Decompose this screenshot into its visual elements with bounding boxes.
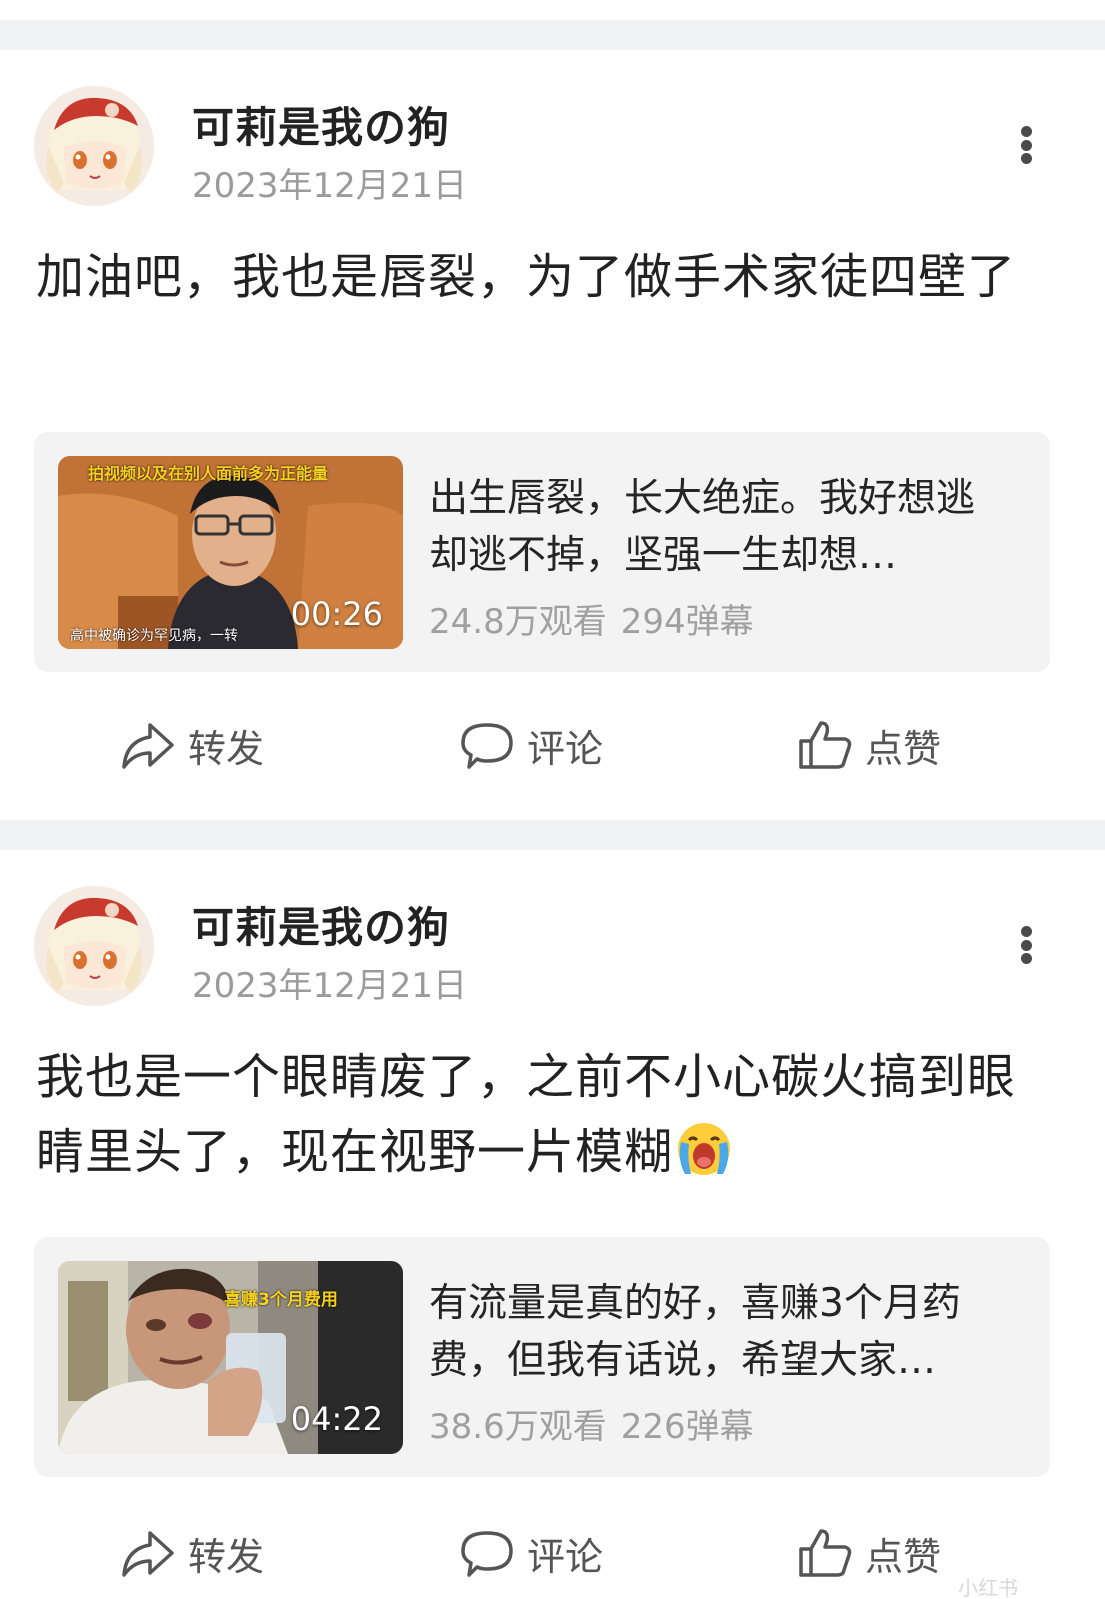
video-card[interactable]: 喜赚3个月费用 04:22 有流量是真的好，喜赚3个月药费，但我有话说，希望大家… — [34, 1237, 1050, 1477]
video-thumbnail[interactable]: 拍视频以及在别人面前多为正能量 高中被确诊为罕见病，一转 00:26 — [58, 456, 403, 649]
comment-button[interactable]: 评论 — [459, 710, 603, 780]
video-card[interactable]: 拍视频以及在别人面前多为正能量 高中被确诊为罕见病，一转 00:26 出生唇裂，… — [34, 432, 1050, 672]
view-count: 24.8万观看 — [429, 602, 607, 642]
video-thumbnail[interactable]: 喜赚3个月费用 04:22 — [58, 1261, 403, 1454]
like-label: 点赞 — [865, 726, 942, 771]
share-icon — [122, 1531, 174, 1577]
comment-label: 评论 — [527, 1534, 604, 1579]
post-date: 2023年12月21日 — [192, 966, 468, 1006]
action-bar: 转发 评论 点赞 — [0, 1518, 1105, 1588]
post-date: 2023年12月21日 — [192, 166, 468, 206]
like-label: 点赞 — [865, 1534, 942, 1579]
author-name[interactable]: 可莉是我の狗 — [192, 894, 450, 955]
feed-divider — [0, 820, 1105, 850]
like-button[interactable]: 点赞 — [797, 1518, 941, 1588]
danmaku-count: 226弹幕 — [620, 1407, 754, 1447]
avatar-image — [34, 886, 154, 1006]
comment-icon — [461, 1531, 513, 1577]
author-name[interactable]: 可莉是我の狗 — [192, 94, 450, 155]
comment-icon — [461, 723, 513, 769]
like-button[interactable]: 点赞 — [797, 710, 941, 780]
view-count: 38.6万观看 — [429, 1407, 607, 1447]
feed-post: 可莉是我の狗 2023年12月21日 我也是一个眼睛废了，之前不小心碳火搞到眼睛… — [0, 850, 1105, 1599]
post-content: 我也是一个眼睛废了，之前不小心碳火搞到眼睛里头了，现在视野一片模糊 — [36, 1040, 1036, 1190]
share-label: 转发 — [188, 726, 265, 771]
feed-divider — [0, 20, 1105, 50]
share-button[interactable]: 转发 — [120, 1518, 264, 1588]
video-banner: 拍视频以及在别人面前多为正能量 — [88, 464, 329, 483]
video-title[interactable]: 出生唇裂，长大绝症。我好想逃却逃不掉，坚强一生却想… — [429, 470, 1009, 584]
danmaku-count: 294弹幕 — [620, 602, 754, 642]
comment-label: 评论 — [527, 726, 604, 771]
video-duration: 00:26 — [290, 595, 383, 633]
post-content: 加油吧，我也是唇裂，为了做手术家徒四壁了 — [36, 249, 1017, 305]
video-stats: 38.6万观看 226弹幕 — [429, 1399, 754, 1448]
comment-button[interactable]: 评论 — [459, 1518, 603, 1588]
share-label: 转发 — [188, 1534, 265, 1579]
avatar-image — [34, 86, 154, 206]
avatar[interactable] — [34, 886, 154, 1006]
watermark: 小红书 — [958, 1576, 1018, 1599]
more-options-icon[interactable] — [1008, 920, 1044, 970]
avatar[interactable] — [34, 86, 154, 206]
video-duration: 04:22 — [290, 1400, 383, 1438]
video-subtitle: 高中被确诊为罕见病，一转 — [70, 628, 238, 644]
post-text: 我也是一个眼睛废了，之前不小心碳火搞到眼睛里头了，现在视野一片模糊 — [36, 1049, 1017, 1180]
video-banner: 喜赚3个月费用 — [224, 1290, 338, 1310]
video-title[interactable]: 有流量是真的好，喜赚3个月药费，但我有话说，希望大家… — [429, 1275, 1009, 1389]
share-icon — [122, 723, 174, 769]
share-button[interactable]: 转发 — [120, 710, 264, 780]
thumbs-up-icon — [799, 1529, 852, 1577]
video-stats: 24.8万观看 294弹幕 — [429, 594, 754, 643]
more-options-icon[interactable] — [1008, 120, 1044, 170]
feed-post: 可莉是我の狗 2023年12月21日 加油吧，我也是唇裂，为了做手术家徒四壁了 … — [0, 50, 1105, 820]
thumbs-up-icon — [799, 721, 852, 769]
action-bar: 转发 评论 点赞 — [0, 710, 1105, 780]
crying-face-emoji — [678, 1123, 731, 1175]
